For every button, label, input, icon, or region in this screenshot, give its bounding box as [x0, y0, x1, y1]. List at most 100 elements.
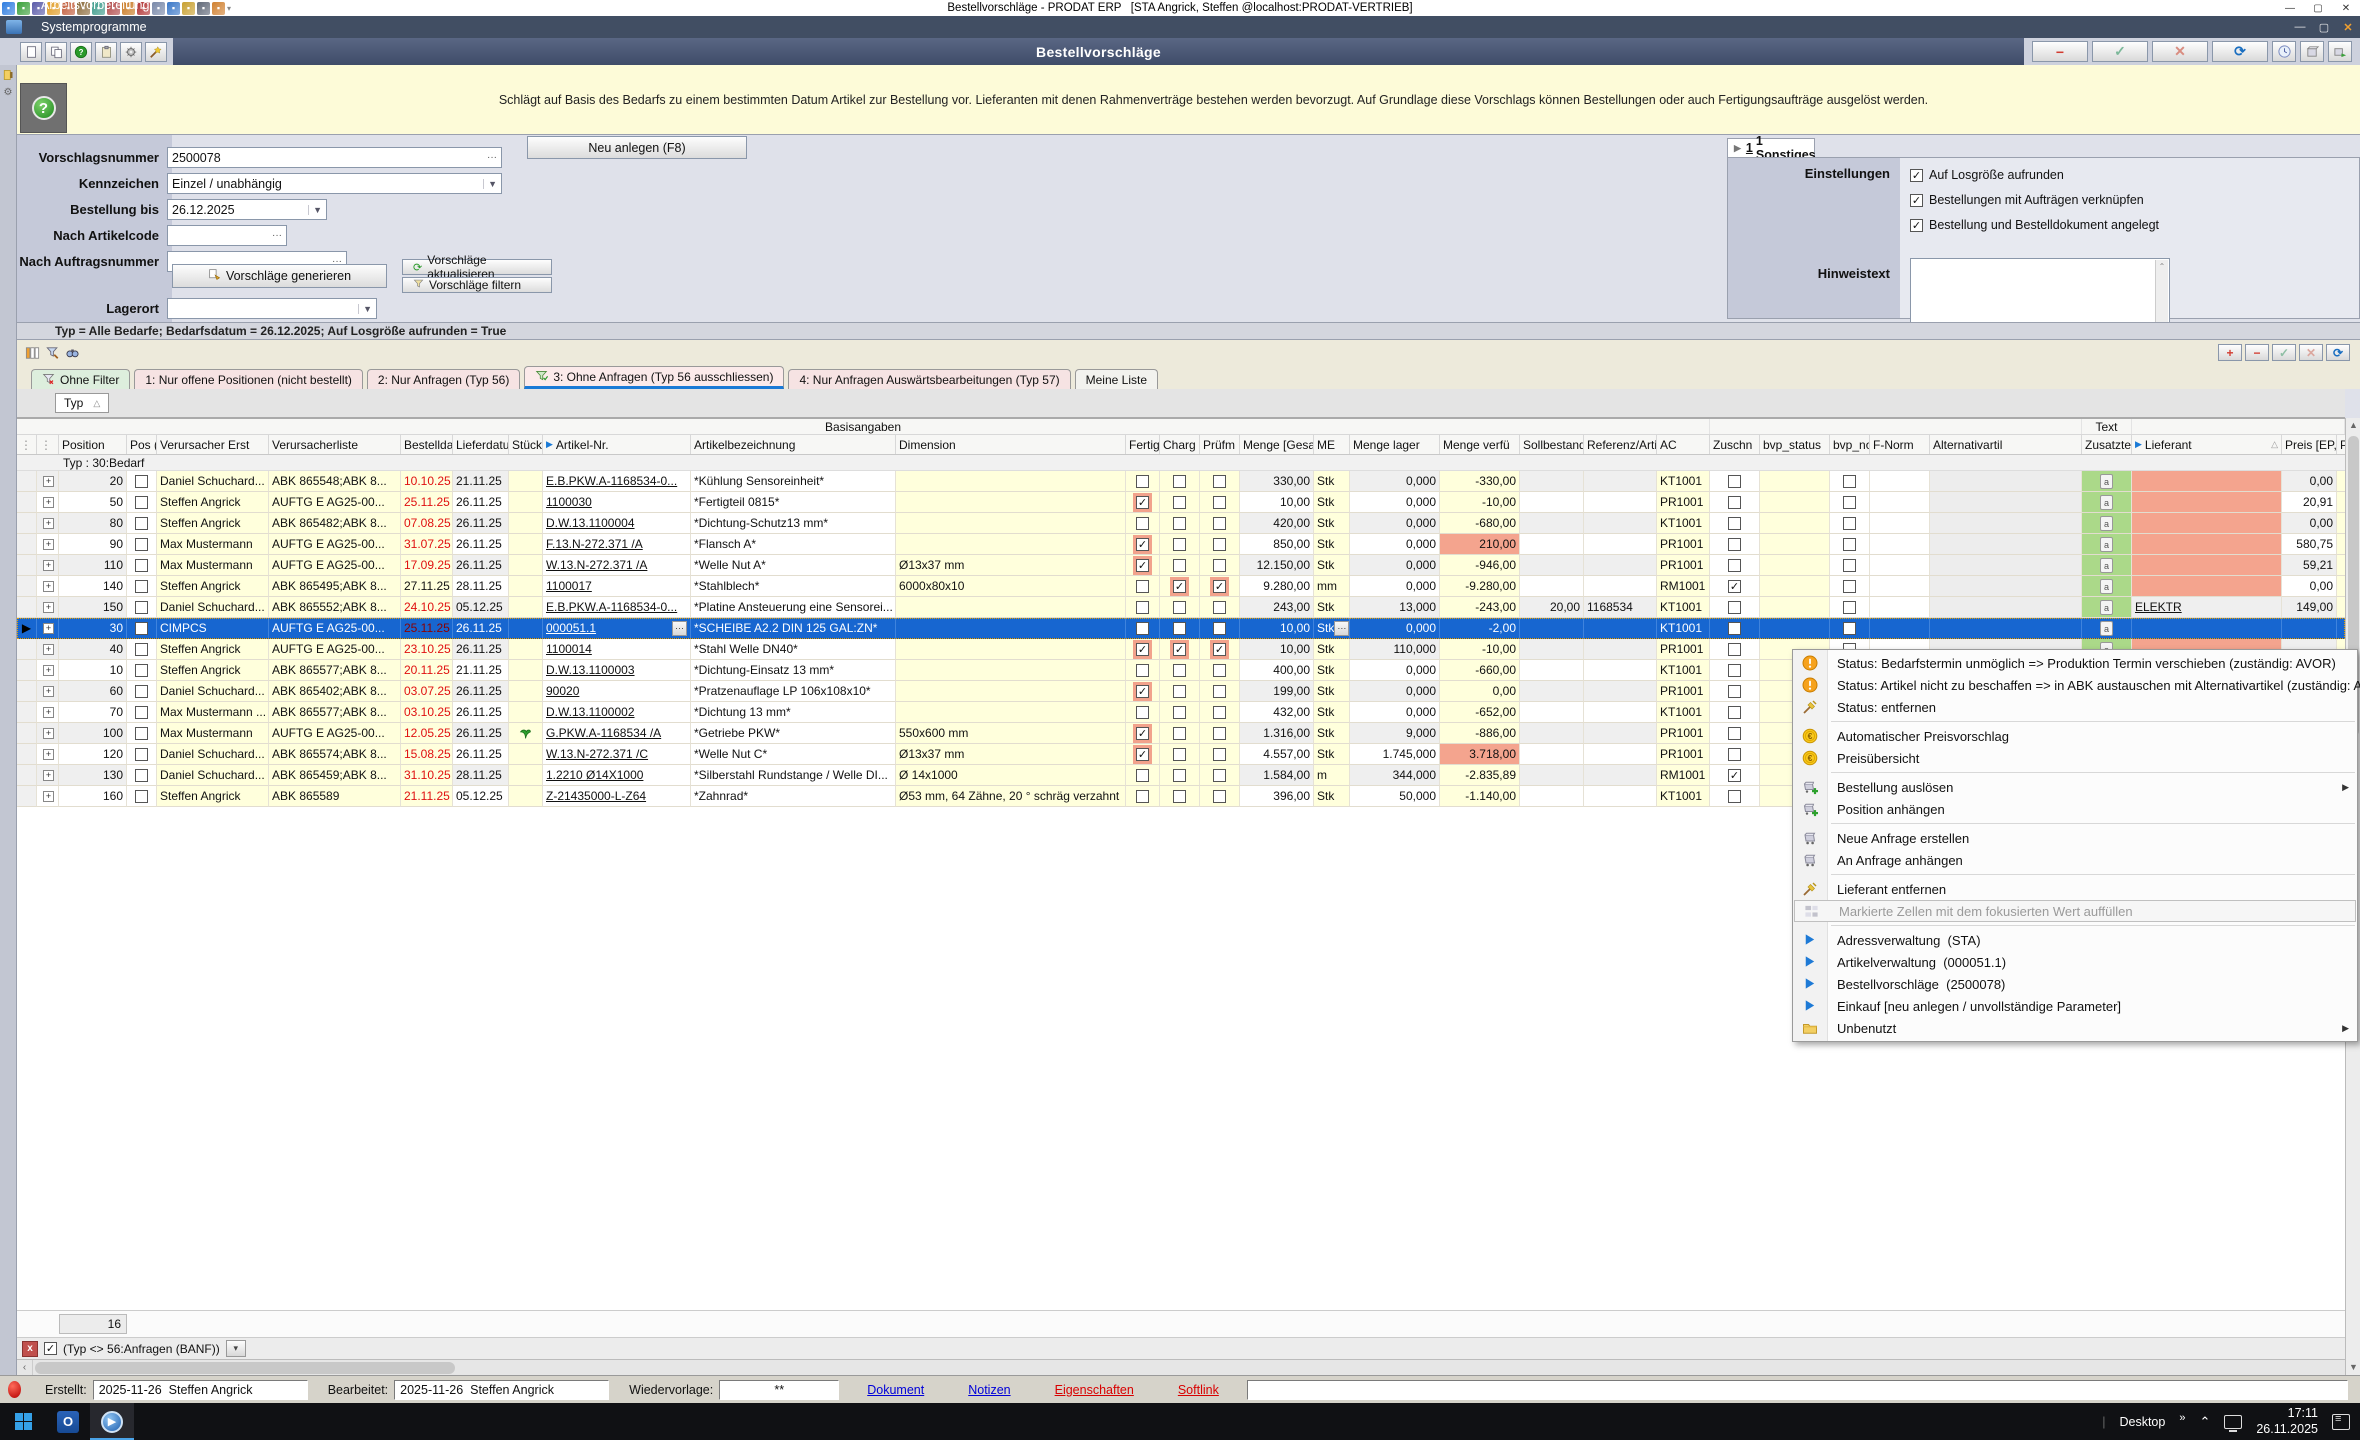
scroll-up-icon[interactable]: ▲ — [2346, 418, 2360, 433]
checkbox-fertig[interactable] — [1136, 475, 1149, 488]
checkbox-bvpno[interactable] — [1843, 580, 1856, 593]
checkbox-charg[interactable] — [1173, 475, 1186, 488]
column-header-bvpno[interactable]: bvp_no — [1830, 435, 1870, 454]
context-menu-item-8[interactable]: Position anhängen — [1793, 798, 2357, 820]
column-header-bestell[interactable]: Bestelldatu — [401, 435, 453, 454]
checkbox-posb[interactable] — [135, 475, 148, 488]
checkbox-pruefm[interactable] — [1213, 496, 1226, 509]
column-header-verf[interactable]: Menge verfü — [1440, 435, 1520, 454]
expand-row-icon[interactable]: + — [43, 707, 54, 718]
help-button[interactable]: ? — [20, 83, 67, 133]
taskbar-prodat-icon[interactable]: ▶ — [90, 1403, 134, 1440]
column-header-liste[interactable]: Verursacherliste — [269, 435, 401, 454]
table-row-pos-80[interactable]: +80Steffen AngrickABK 865482;ABK 8...07.… — [17, 513, 2345, 534]
checkbox-charg[interactable] — [1173, 748, 1186, 761]
column-chooser-icon[interactable] — [23, 345, 41, 361]
checkbox-pruefm[interactable] — [1213, 748, 1226, 761]
checkbox-zuschn[interactable] — [1728, 559, 1741, 572]
artikel-link[interactable]: E.B.PKW.A-1168534-0... — [546, 474, 677, 488]
context-menu-item-5[interactable]: €Preisübersicht — [1793, 747, 2357, 769]
ellipsis-button-icon[interactable]: ··· — [268, 230, 282, 241]
context-menu-item-13[interactable]: Lieferant entfernen — [1793, 878, 2357, 900]
desktop-chevron-icon[interactable]: » — [2179, 1412, 2185, 1424]
column-header-liefer[interactable]: Lieferdatur — [453, 435, 509, 454]
history-clock-icon[interactable] — [2272, 41, 2296, 62]
checkbox-zuschn[interactable]: ✓ — [1728, 769, 1741, 782]
context-menu-item-4[interactable]: €Automatischer Preisvorschlag — [1793, 725, 2357, 747]
statusbar-link-dokument[interactable]: Dokument — [845, 1383, 946, 1397]
checkbox-fertig[interactable]: ✓ — [1136, 748, 1149, 761]
taskbar-outlook-icon[interactable]: O — [46, 1403, 90, 1440]
artikel-link[interactable]: 000051.1 — [546, 621, 596, 635]
expand-row-icon[interactable]: + — [43, 728, 54, 739]
expand-row-icon[interactable]: + — [43, 581, 54, 592]
zusatztext-note-icon[interactable]: a — [2100, 474, 2113, 489]
checkbox-bvpno[interactable] — [1843, 622, 1856, 635]
column-header-bez[interactable]: Artikelbezeichnung — [691, 435, 896, 454]
checkbox-1[interactable]: ✓ — [1910, 169, 1923, 182]
cancel-button[interactable]: ✕ — [2152, 41, 2208, 62]
checkbox-zuschn[interactable] — [1728, 664, 1741, 677]
filter-tab-0[interactable]: Ohne Filter — [31, 369, 130, 389]
clipboard-icon[interactable] — [95, 42, 117, 62]
desktop-toolbar[interactable]: Desktop — [2119, 1415, 2165, 1429]
checkbox-fertig[interactable]: ✓ — [1136, 538, 1149, 551]
checkbox-charg[interactable] — [1173, 664, 1186, 677]
checkbox-posb[interactable] — [135, 643, 148, 656]
checkbox-pruefm[interactable] — [1213, 475, 1226, 488]
dropdown-arrow-icon[interactable]: ▼ — [308, 205, 322, 215]
artikel-link[interactable]: D.W.13.1100004 — [546, 516, 635, 530]
expand-row-icon[interactable]: + — [43, 497, 54, 508]
checkbox-bvpno[interactable] — [1843, 517, 1856, 530]
expand-row-icon[interactable]: + — [43, 644, 54, 655]
vorschlaege-aktualisieren-button[interactable]: ⟳ Vorschläge aktualisieren — [402, 259, 552, 275]
artikel-link[interactable]: G.PKW.A-1168534 /A — [546, 726, 661, 740]
checkbox-posb[interactable] — [135, 727, 148, 740]
context-menu-item-20[interactable]: Unbenutzt▶ — [1793, 1017, 2357, 1039]
checkbox-fertig[interactable]: ✓ — [1136, 727, 1149, 740]
context-menu-item-1[interactable]: Status: Artikel nicht zu beschaffen => i… — [1793, 674, 2357, 696]
neu-anlegen-button[interactable]: Neu anlegen (F8) — [527, 136, 747, 159]
refresh-button[interactable]: ⟳ — [2212, 41, 2268, 62]
checkbox-posb[interactable] — [135, 769, 148, 782]
artikel-link[interactable]: D.W.13.1100003 — [546, 663, 635, 677]
start-button[interactable] — [0, 1403, 46, 1440]
mdi-restore-button[interactable]: ▢ — [2312, 18, 2336, 36]
artikel-link[interactable]: 1.2210 Ø14X1000 — [546, 768, 643, 782]
filter-tab-4[interactable]: 4: Nur Anfragen Auswärtsbearbeitungen (T… — [788, 369, 1070, 389]
context-menu-item-7[interactable]: Bestellung auslösen▶ — [1793, 776, 2357, 798]
checkbox-bvpno[interactable] — [1843, 475, 1856, 488]
filter-tab-2[interactable]: 2: Nur Anfragen (Typ 56) — [367, 369, 520, 389]
table-row-pos-110[interactable]: +110Max MustermannAUFTG E AG25-00...17.0… — [17, 555, 2345, 576]
new-document-icon[interactable] — [20, 42, 42, 62]
checkbox-zuschn[interactable] — [1728, 538, 1741, 551]
checkbox-pruefm[interactable] — [1213, 790, 1226, 803]
checkbox-charg[interactable] — [1173, 727, 1186, 740]
artikel-link[interactable]: 1100017 — [546, 579, 592, 593]
checkbox-charg[interactable] — [1173, 538, 1186, 551]
table-row-pos-90[interactable]: +90Max MustermannAUFTG E AG25-00...31.07… — [17, 534, 2345, 555]
hscroll-thumb[interactable] — [35, 1362, 455, 1374]
search-binoculars-icon[interactable] — [63, 345, 81, 361]
field-lagerort[interactable]: ▼ — [167, 298, 377, 319]
column-header-pruefm[interactable]: Prüfm — [1200, 435, 1240, 454]
bookmark-icon[interactable] — [2, 69, 15, 82]
expand-row-icon[interactable]: + — [43, 476, 54, 487]
checkbox-posb[interactable] — [135, 538, 148, 551]
field-kennzeichen[interactable]: Einzel / unabhängig▼ — [167, 173, 502, 194]
checkbox-charg[interactable] — [1173, 559, 1186, 572]
column-header-charg[interactable]: Charg — [1160, 435, 1200, 454]
expand-row-icon[interactable]: + — [43, 770, 54, 781]
checkbox-zuschn[interactable] — [1728, 748, 1741, 761]
checkbox-fertig[interactable]: ✓ — [1136, 496, 1149, 509]
column-header-ver[interactable]: Verursacher Erst — [157, 435, 269, 454]
checkbox-fertig[interactable] — [1136, 769, 1149, 782]
expand-row-icon[interactable]: + — [43, 602, 54, 613]
close-button[interactable]: ✕ — [2332, 0, 2360, 16]
menge-lookup-button[interactable]: ··· — [1334, 621, 1349, 636]
statusbar-link-notizen[interactable]: Notizen — [946, 1383, 1032, 1397]
column-header-ac[interactable]: AC — [1657, 435, 1710, 454]
menu-systemprogramme[interactable]: Systemprogramme — [28, 16, 186, 38]
checkbox-charg[interactable]: ✓ — [1173, 643, 1186, 656]
dropdown-arrow-icon[interactable]: ▼ — [358, 304, 372, 314]
